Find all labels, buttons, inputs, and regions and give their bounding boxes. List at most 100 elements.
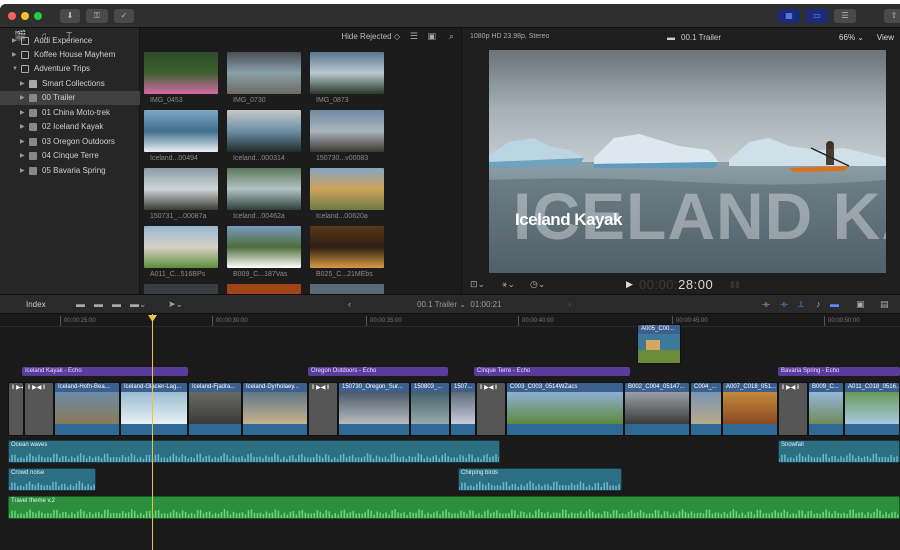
skimming-icon[interactable]: ⟛	[780, 299, 788, 310]
browser-clip[interactable]: Iceland...00620a	[310, 168, 384, 220]
clip-skimming-icon[interactable]: ⟛	[762, 299, 770, 310]
browser-clip[interactable]: Iceland...00494	[144, 110, 218, 162]
audio-skimming-icon[interactable]: ♪	[816, 299, 821, 309]
library-item[interactable]: ▼ Adventure Trips	[0, 62, 140, 76]
library-item[interactable]: ▶ 03 Oregon Outdoors	[0, 135, 140, 149]
clip-appearance-icon[interactable]: ☰	[410, 31, 418, 42]
storyline-clip[interactable]: B009_C...	[808, 382, 844, 436]
disclosure-triangle-icon[interactable]: ▶	[20, 91, 25, 105]
library-item[interactable]: ▶ Audi Experience	[0, 34, 140, 48]
close-window-button[interactable]	[8, 12, 16, 20]
fullscreen-window-button[interactable]	[34, 12, 42, 20]
storyline-clip[interactable]: 150803_...	[410, 382, 450, 436]
background-tasks-button[interactable]: ✓	[114, 9, 134, 23]
disclosure-triangle-icon[interactable]: ▶	[20, 77, 25, 91]
storyline-clip[interactable]: 150730_Oregon_Sur...	[338, 382, 410, 436]
show-timeline-button[interactable]: ▭	[806, 9, 828, 23]
clip-appearance-timeline-icon[interactable]: ▣	[856, 299, 865, 310]
playhead[interactable]	[152, 314, 153, 550]
minimize-window-button[interactable]	[21, 12, 29, 20]
library-item[interactable]: ▶ 05 Bavaria Spring	[0, 164, 140, 178]
library-item[interactable]: ▶ Smart Collections	[0, 77, 140, 91]
disclosure-triangle-icon[interactable]: ▶	[20, 149, 25, 163]
disclosure-triangle-icon[interactable]: ▶	[20, 164, 25, 178]
browser-clip[interactable]: B025_C...21MEbs	[310, 226, 384, 278]
browser-clip[interactable]: IMG_0730	[227, 52, 301, 104]
connect-clip-icon[interactable]: ▬	[76, 299, 85, 309]
gap-clip[interactable]: ‖ ▶◀ ‖	[476, 382, 506, 436]
disclosure-triangle-icon[interactable]: ▶	[20, 120, 25, 134]
keyword-button[interactable]: ⚿	[86, 9, 108, 23]
browser-clip[interactable]: 150730...v00083	[310, 110, 384, 162]
music-clip[interactable]: Travel theme v.2	[8, 496, 900, 519]
storyline-clip[interactable]: C004_...	[690, 382, 722, 436]
zoom-popup[interactable]: 66% ⌄	[839, 33, 864, 42]
video-frame[interactable]: ICELAND KAYAK Iceland Kayak	[489, 50, 886, 273]
retime-icon[interactable]: ◷⌄	[530, 279, 545, 290]
gap-clip[interactable]: ‖ ▶◀ ‖	[308, 382, 338, 436]
storyline-clip[interactable]: C003_C003_0514WZacs	[506, 382, 624, 436]
timeline-panel[interactable]: 00:00:25:00 00:00:30:00 00:00:35:00 00:00:4…	[0, 314, 900, 550]
overwrite-clip-icon[interactable]: ▬⌄	[130, 299, 147, 310]
browser-clip[interactable]: 150731_...00087a	[144, 168, 218, 220]
storyline-clip[interactable]: B002_C004_05147...	[624, 382, 690, 436]
browser-clip[interactable]: IMG_0453	[144, 52, 218, 104]
audio-clip[interactable]: Chirping birds	[458, 468, 622, 491]
gap-clip[interactable]: ‖ ▶◀ ‖	[8, 382, 24, 436]
browser-clip-partial[interactable]	[227, 284, 301, 294]
view-options-menu[interactable]: View	[877, 33, 894, 42]
library-item[interactable]: ▶ Koffee House Mayhem	[0, 48, 140, 62]
browser-clip-partial[interactable]	[310, 284, 384, 294]
storyline-clip[interactable]: A011_C018_0516...	[844, 382, 900, 436]
browser-clip[interactable]: A011_C...516BPs	[144, 226, 218, 278]
connected-title-clip[interactable]: Iceland Kayak - Echo	[22, 367, 188, 376]
back-arrow-icon[interactable]: ‹	[348, 299, 351, 309]
connected-title-clip[interactable]: Cinque Terre - Echo	[474, 367, 630, 376]
storyline-clip[interactable]: 1507...	[450, 382, 476, 436]
snapping-icon[interactable]: ⟂	[798, 299, 804, 310]
index-button[interactable]: Index	[26, 300, 46, 309]
browser-clip[interactable]: B009_C...187Vas	[227, 226, 301, 278]
show-browser-button[interactable]: ▦	[778, 9, 800, 23]
storyline-clip[interactable]: Iceland-Fjadra...	[188, 382, 242, 436]
play-icon[interactable]: ▶	[626, 279, 633, 290]
enhance-icon[interactable]: ⚹⌄	[502, 279, 515, 290]
library-item[interactable]: ▶ 01 China Moto-trek	[0, 106, 140, 120]
library-item[interactable]: ▶ 00 Trailer	[0, 91, 140, 105]
audio-clip[interactable]: Snowfall	[778, 440, 900, 463]
connected-title-clip[interactable]: Oregon Outdoors - Echo	[308, 367, 448, 376]
transform-icon[interactable]: ⊡⌄	[470, 279, 485, 290]
append-clip-icon[interactable]: ▬	[112, 299, 121, 309]
connected-video-clip[interactable]: A005_C00...	[637, 324, 681, 364]
library-item[interactable]: ▶ 02 Iceland Kayak	[0, 120, 140, 134]
select-tool-icon[interactable]: ➤⌄	[168, 299, 183, 310]
gap-clip[interactable]: ‖ ▶◀ ‖	[24, 382, 54, 436]
connected-title-clip[interactable]: Bavaria Spring - Echo	[778, 367, 900, 376]
storyline-clip[interactable]: Iceland-Dyrholaey...	[242, 382, 308, 436]
storyline-clip[interactable]: Iceland-Hofn-Bea...	[54, 382, 120, 436]
gap-clip[interactable]: ‖ ▶◀ ‖	[778, 382, 808, 436]
forward-arrow-icon[interactable]: ›	[568, 299, 571, 309]
import-button[interactable]: ⬇	[60, 9, 80, 23]
storyline-clip[interactable]: Iceland-Glacier-Lag...	[120, 382, 188, 436]
filmstrip-icon[interactable]: ▣	[427, 31, 436, 42]
solo-icon[interactable]: ▬	[830, 299, 839, 309]
show-inspector-button[interactable]: ☰	[834, 9, 856, 23]
timeline-ruler[interactable]: 00:00:25:00 00:00:30:00 00:00:35:00 00:00:4…	[0, 314, 900, 327]
disclosure-triangle-icon[interactable]: ▶	[20, 106, 25, 120]
search-icon[interactable]: ⌕	[449, 31, 454, 42]
browser-clip[interactable]: Iceland...000314	[227, 110, 301, 162]
storyline-clip[interactable]: A007_C018_051...	[722, 382, 778, 436]
browser-clip[interactable]: Iceland...00462a	[227, 168, 301, 220]
audio-clip[interactable]: Ocean waves	[8, 440, 500, 463]
disclosure-triangle-icon[interactable]: ▶	[20, 135, 25, 149]
effects-browser-icon[interactable]: ▤	[880, 299, 889, 310]
disclosure-triangle-icon[interactable]: ▶	[12, 34, 17, 48]
browser-clip[interactable]: IMG_0873	[310, 52, 384, 104]
insert-clip-icon[interactable]: ▬	[94, 299, 103, 309]
disclosure-triangle-icon[interactable]: ▼	[12, 62, 18, 76]
clip-filter-popup[interactable]: Hide Rejected ◇	[341, 32, 400, 41]
audio-clip[interactable]: Crowd noise	[8, 468, 96, 491]
share-button[interactable]: ⇧	[884, 9, 900, 23]
disclosure-triangle-icon[interactable]: ▶	[12, 48, 17, 62]
